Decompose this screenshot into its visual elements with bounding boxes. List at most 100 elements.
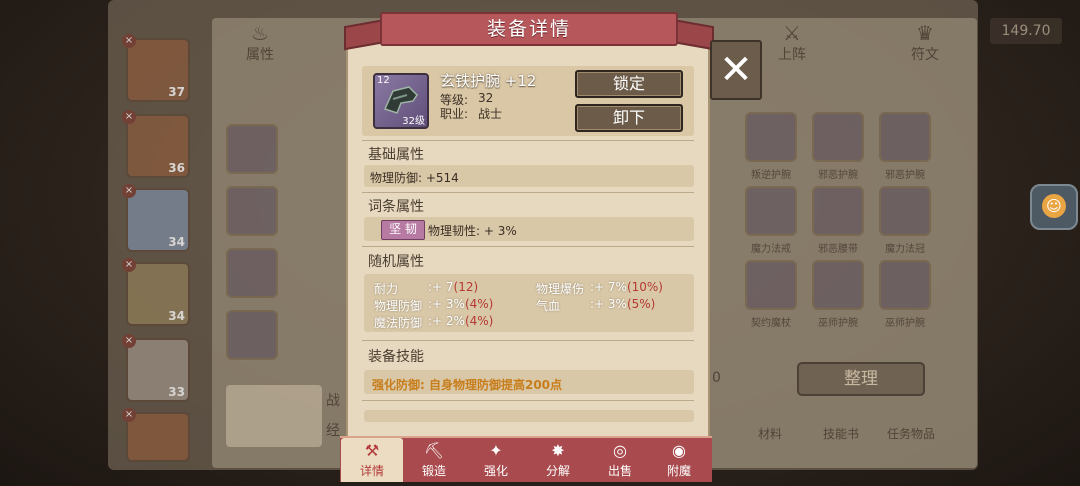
- tab-quest-items[interactable]: 任务物品: [876, 425, 946, 442]
- item-level-value: 32: [478, 91, 494, 105]
- tab-disassemble[interactable]: ✸ 分解: [527, 438, 589, 482]
- random-attr-name: 耐力: [374, 282, 399, 296]
- equip-slot[interactable]: [226, 124, 278, 174]
- hero-level: 34: [168, 309, 185, 323]
- random-attr-value: :+ 7%(10%): [590, 280, 663, 294]
- hero-preview: [226, 385, 322, 447]
- equipment-skill-text: 强化防御: 自身物理防御提高200点: [372, 378, 563, 392]
- divider: [362, 192, 694, 193]
- hero-portrait[interactable]: × 33: [122, 334, 190, 402]
- basic-attributes-title: 基础属性: [368, 147, 424, 163]
- lock-button[interactable]: 锁定: [575, 70, 683, 98]
- tab-label: 附魔: [666, 464, 691, 478]
- equip-slot[interactable]: [226, 186, 278, 236]
- tab-label: 分解: [545, 464, 570, 478]
- affix-attribute: 物理韧性: + 3%: [428, 224, 517, 238]
- dialog-banner: 装备详情: [340, 12, 718, 51]
- tab-label: 详情: [359, 464, 384, 478]
- tab-materials[interactable]: 材料: [735, 425, 805, 442]
- remove-icon: ×: [122, 334, 136, 348]
- equip-slot[interactable]: [226, 310, 278, 360]
- person-icon: ☺: [1042, 194, 1066, 218]
- currency-display: 149.70: [990, 18, 1062, 44]
- inventory-item[interactable]: [879, 260, 931, 310]
- inventory-item-label: 叛逆护腕: [751, 170, 791, 181]
- flame-icon: ♨: [251, 21, 269, 45]
- tab-skill-books[interactable]: 技能书: [806, 425, 876, 442]
- tab-label: 属性: [246, 47, 274, 63]
- partial-label: 经: [326, 423, 340, 439]
- unequip-button[interactable]: 卸下: [575, 104, 683, 132]
- side-menu-button[interactable]: ☺: [1030, 184, 1078, 230]
- random-attr-value: :+ 2%(4%): [428, 314, 494, 328]
- random-attr-name: 物理爆伤: [536, 282, 585, 296]
- tab-sell[interactable]: ◎ 出售: [589, 438, 651, 482]
- basic-attribute: 物理防御: +514: [370, 171, 459, 185]
- random-attributes-title: 随机属性: [368, 254, 424, 270]
- count-fragment: 0: [712, 370, 721, 386]
- inventory-item[interactable]: [745, 112, 797, 162]
- tab-attributes[interactable]: ♨ 属性: [230, 21, 290, 63]
- hero-portrait[interactable]: × 37: [122, 34, 190, 102]
- hero-portrait[interactable]: × 34: [122, 184, 190, 252]
- tab-label: 上阵: [778, 47, 806, 63]
- item-job-label: 职业:: [440, 107, 469, 121]
- divider: [362, 246, 694, 247]
- remove-icon: ×: [122, 184, 136, 198]
- random-attr-value: :+ 3%(4%): [428, 297, 494, 311]
- tab-forge[interactable]: ⛏ 锻造: [403, 438, 465, 482]
- inventory-item[interactable]: [812, 112, 864, 162]
- divider: [362, 140, 694, 141]
- random-attr-name: 物理防御: [374, 299, 423, 313]
- tab-enchant[interactable]: ◉ 附魔: [648, 438, 710, 482]
- rune-icon: ♛: [916, 21, 934, 45]
- tab-deploy[interactable]: ⚔ 上阵: [762, 21, 822, 63]
- inventory-item-label: 巫师护腕: [818, 318, 858, 329]
- hero-level: 34: [168, 235, 185, 249]
- hero-level: 37: [168, 85, 185, 99]
- affix-attributes-title: 词条属性: [368, 199, 424, 215]
- inventory-item-label: 契约魔杖: [751, 318, 791, 329]
- random-attr-value: :+ 7(12): [428, 280, 479, 294]
- random-attr-name: 魔法防御: [374, 316, 423, 330]
- hero-portrait[interactable]: × 34: [122, 258, 190, 326]
- inventory-item[interactable]: [812, 260, 864, 310]
- hero-level: 36: [168, 161, 185, 175]
- tab-enhance[interactable]: ✦ 强化: [465, 438, 527, 482]
- sparkle-icon: ✦: [489, 441, 503, 460]
- divider: [362, 400, 694, 401]
- item-name: 玄铁护腕 +12: [440, 72, 537, 90]
- random-attr-name: 气血: [536, 299, 561, 313]
- remove-icon: ×: [122, 258, 136, 272]
- random-attr-value: :+ 3%(5%): [590, 297, 656, 311]
- equip-slot[interactable]: [226, 248, 278, 298]
- dialog-title: 装备详情: [486, 18, 571, 40]
- remove-icon: ×: [122, 34, 136, 48]
- inventory-item-label: 魔力法戒: [751, 244, 791, 255]
- item-level-badge: 32级: [402, 116, 425, 127]
- inventory-item-label: 魔力法冠: [885, 244, 925, 255]
- tab-runes[interactable]: ♛ 符文: [895, 21, 955, 63]
- hero-portrait[interactable]: × 36: [122, 110, 190, 178]
- item-icon-slot: 12 32级: [373, 73, 429, 129]
- affix-tag: 坚 韧: [381, 220, 425, 240]
- divider: [362, 340, 694, 341]
- tab-label: 强化: [483, 464, 508, 478]
- inventory-item[interactable]: [745, 260, 797, 310]
- inventory-item[interactable]: [745, 186, 797, 236]
- crossed-swords-icon: ⚔: [783, 21, 801, 45]
- item-job-value: 战士: [478, 107, 503, 121]
- inventory-item[interactable]: [812, 186, 864, 236]
- inventory-item[interactable]: [879, 186, 931, 236]
- inventory-item-label: 巫师护腕: [885, 318, 925, 329]
- inventory-item-label: 邪恶腰带: [818, 244, 858, 255]
- inventory-item-label: 邪恶护腕: [885, 170, 925, 181]
- anvil-icon: ⛏: [423, 441, 445, 460]
- sort-button[interactable]: 整理: [797, 362, 925, 396]
- tab-details[interactable]: ⚒ 详情: [341, 438, 403, 482]
- inventory-item[interactable]: [879, 112, 931, 162]
- close-button[interactable]: ✕: [710, 40, 762, 100]
- hero-portrait[interactable]: ×: [122, 408, 190, 462]
- partial-label: 战: [326, 393, 340, 409]
- eye-icon: ◉: [672, 441, 686, 460]
